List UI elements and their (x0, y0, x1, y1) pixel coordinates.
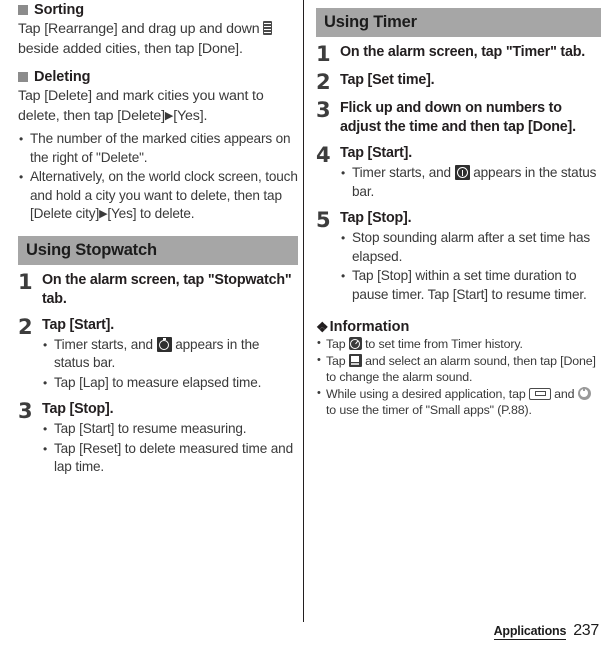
info-text-after: to use the timer of "Small apps" (P.88). (326, 403, 532, 417)
step-title: On the alarm screen, tap "Stopwatch" tab… (42, 271, 292, 307)
list-item: Tap and select an alarm sound, then tap … (316, 352, 601, 386)
step-number: 1 (18, 269, 33, 294)
alarm-sound-icon (348, 353, 362, 367)
list-item: Timer starts, and appears in the status … (340, 164, 601, 201)
step-number: 5 (316, 208, 331, 232)
step-row: 1 On the alarm screen, tap "Timer" tab. (316, 42, 601, 66)
page-footer: Applications 237 (493, 622, 599, 640)
bullet-text-before: Timer starts, and (54, 336, 153, 352)
step-body: Tap [Stop]. Tap [Start] to resume measur… (42, 400, 298, 478)
bullet-text: Tap [Lap] to measure elapsed time. (54, 374, 262, 390)
step-body: On the alarm screen, tap "Timer" tab. (340, 43, 601, 62)
info-text-after: and select an alarm sound, then tap [Don… (326, 353, 596, 385)
list-item: Tap [Stop] within a set time duration to… (340, 267, 601, 304)
information-heading-label: Information (329, 319, 410, 335)
square-bullet-icon (18, 72, 28, 82)
recent-apps-key-icon (528, 387, 551, 400)
info-text-before: While using a desired application, tap (326, 386, 526, 401)
sorting-text-before: Tap [Rearrange] and drag up and down (18, 21, 260, 37)
deleting-bullet-1: The number of the marked cities appears … (30, 131, 291, 165)
step-title: Tap [Start]. (340, 145, 412, 161)
step-body: Tap [Set time]. (340, 71, 601, 90)
step-title: Tap [Stop]. (42, 401, 114, 417)
sorting-paragraph: Tap [Rearrange] and drag up and down bes… (18, 20, 298, 59)
step-row: 3 Tap [Stop]. Tap [Start] to resume meas… (18, 400, 298, 478)
deleting-text-part2: [Yes]. (173, 107, 208, 124)
step-body: Tap [Start]. Timer starts, and appears i… (340, 144, 601, 202)
info-text-middle: and (554, 386, 575, 401)
stopwatch-icon (156, 336, 172, 352)
step-title: Tap [Start]. (42, 316, 114, 333)
diamond-icon: ❖ (316, 319, 329, 335)
step-number: 4 (316, 143, 331, 167)
step-body: On the alarm screen, tap "Stopwatch" tab… (42, 271, 298, 309)
square-bullet-icon (18, 5, 28, 15)
step-number: 3 (18, 399, 33, 423)
step-bullet-list: Timer starts, and appears in the status … (42, 336, 298, 393)
deleting-bullet-list: The number of the marked cities appears … (18, 130, 298, 224)
list-item: While using a desired application, tap a… (316, 385, 601, 419)
step-row: 2 Tap [Start]. Timer starts, and appears… (18, 316, 298, 394)
sorting-text-after: beside added cities, then tap [Done]. (18, 40, 243, 57)
step-bullet-list: Tap [Start] to resume measuring. Tap [Re… (42, 420, 298, 477)
list-item: Alternatively, on the world clock screen… (18, 168, 298, 224)
information-bullet-list: Tap to set time from Timer history. Tap … (316, 335, 601, 419)
step-title: Flick up and down on numbers to adjust t… (340, 100, 576, 135)
step-number: 2 (18, 314, 33, 339)
step-title: Tap [Set time]. (340, 72, 435, 88)
section-header-using-stopwatch: Using Stopwatch (18, 235, 298, 265)
deleting-paragraph: Tap [Delete] and mark cities you want to… (18, 87, 298, 126)
step-bullet-list: Stop sounding alarm after a set time has… (340, 229, 601, 304)
list-item: The number of the marked cities appears … (18, 130, 298, 167)
step-bullet-list: Timer starts, and appears in the status … (340, 164, 601, 201)
list-item: Tap to set time from Timer history. (316, 335, 601, 353)
section-header-using-timer: Using Timer (316, 8, 601, 37)
right-column: Using Timer 1 On the alarm screen, tap "… (316, 0, 601, 419)
step-body: Flick up and down on numbers to adjust t… (340, 99, 601, 137)
deleting-text-part1: Tap [Delete] and mark cities you want to… (18, 88, 264, 124)
timer-icon (454, 165, 470, 180)
deleting-bullet-2b: [Yes] to delete. (107, 206, 195, 221)
step-number: 1 (316, 42, 331, 66)
sorting-heading: Sorting (18, 2, 298, 18)
small-apps-timer-icon (577, 386, 591, 400)
footer-chapter-label: Applications (493, 624, 567, 640)
drag-handle-icon (263, 21, 273, 35)
timer-history-icon (348, 337, 362, 350)
left-column: Sorting Tap [Rearrange] and drag up and … (18, 0, 298, 485)
bullet-text: Tap [Stop] within a set time duration to… (352, 268, 587, 302)
footer-page-number: 237 (573, 622, 599, 639)
sorting-heading-label: Sorting (34, 2, 85, 18)
information-heading: ❖ Information (316, 319, 601, 335)
list-item: Tap [Reset] to delete measured time and … (42, 440, 298, 477)
deleting-heading: Deleting (18, 69, 298, 85)
step-body: Tap [Stop]. Stop sounding alarm after a … (340, 209, 601, 305)
bullet-text-before: Timer starts, and (352, 165, 451, 180)
info-text-before: Tap (326, 337, 346, 351)
step-title: On the alarm screen, tap "Timer" tab. (340, 44, 586, 60)
step-row: 4 Tap [Start]. Timer starts, and appears… (316, 144, 601, 202)
step-row: 5 Tap [Stop]. Stop sounding alarm after … (316, 209, 601, 305)
step-title: Tap [Stop]. (340, 210, 412, 226)
step-body: Tap [Start]. Timer starts, and appears i… (42, 316, 298, 394)
step-number: 2 (316, 70, 331, 94)
bullet-text: Tap [Reset] to delete measured time and … (54, 440, 293, 475)
column-divider (303, 0, 304, 622)
deleting-heading-label: Deleting (34, 69, 91, 85)
list-item: Tap [Start] to resume measuring. (42, 420, 298, 439)
info-text-before: Tap (326, 353, 346, 368)
step-row: 3 Flick up and down on numbers to adjust… (316, 99, 601, 137)
step-row: 1 On the alarm screen, tap "Stopwatch" t… (18, 271, 298, 309)
step-number: 3 (316, 98, 331, 122)
list-item: Stop sounding alarm after a set time has… (340, 229, 601, 266)
bullet-text: Stop sounding alarm after a set time has… (352, 230, 591, 264)
info-text-after: to set time from Timer history. (365, 337, 523, 351)
arrow-icon: ▶ (164, 109, 174, 122)
manual-page: Sorting Tap [Rearrange] and drag up and … (0, 0, 609, 648)
step-row: 2 Tap [Set time]. (316, 70, 601, 94)
list-item: Tap [Lap] to measure elapsed time. (42, 374, 298, 393)
bullet-text: Tap [Start] to resume measuring. (54, 421, 247, 436)
list-item: Timer starts, and appears in the status … (42, 336, 298, 373)
